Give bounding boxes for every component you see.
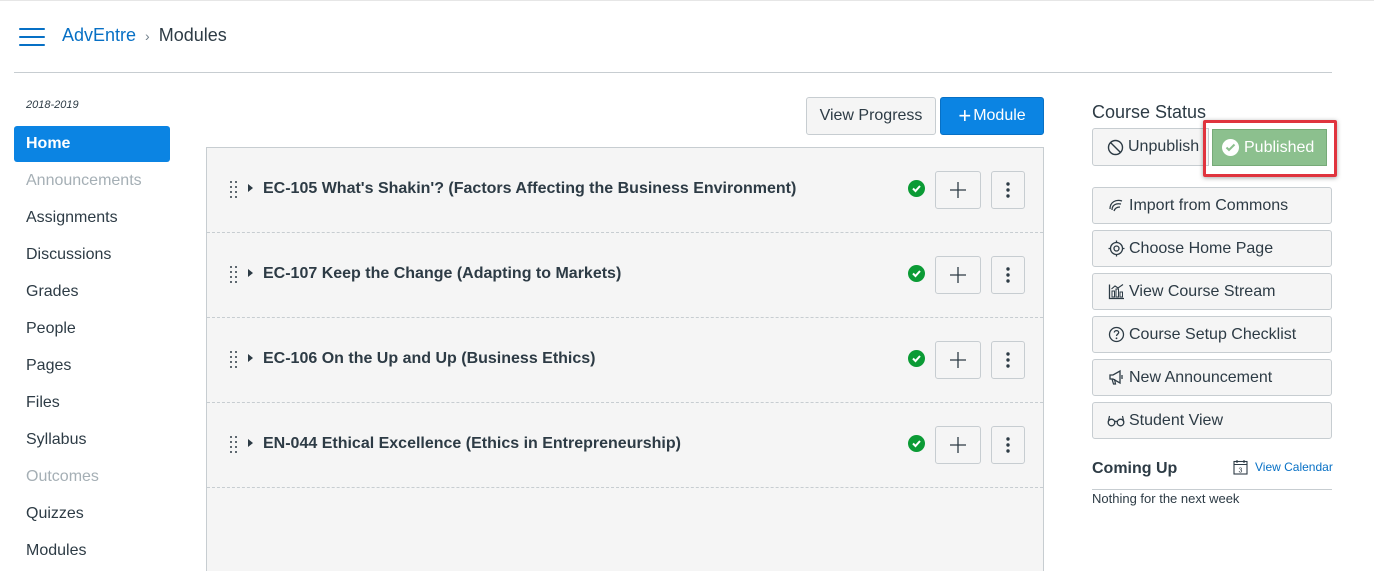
view-calendar-label: View Calendar: [1255, 460, 1333, 474]
add-module-label: Module: [973, 107, 1026, 124]
target-icon: [1107, 240, 1125, 258]
module-add-item-button[interactable]: [935, 171, 981, 209]
unpublish-label: Unpublish: [1128, 138, 1200, 155]
calendar-day-number: 3: [1239, 467, 1243, 474]
module-row: EC-106 On the Up and Up (Business Ethics…: [207, 318, 1043, 403]
sidebar-item-outcomes[interactable]: Outcomes: [14, 458, 170, 495]
sidebar-item-grades[interactable]: Grades: [14, 273, 170, 310]
sidebar-item-pages[interactable]: Pages: [14, 347, 170, 384]
module-add-item-button[interactable]: [935, 426, 981, 464]
module-title[interactable]: EN-044 Ethical Excellence (Ethics in Ent…: [263, 435, 681, 453]
module-add-item-button[interactable]: [935, 341, 981, 379]
module-title[interactable]: EC-106 On the Up and Up (Business Ethics…: [263, 350, 596, 368]
import-from-commons-label: Import from Commons: [1129, 196, 1289, 214]
breadcrumb: AdvEntre › Modules: [62, 25, 227, 46]
module-add-item-button[interactable]: [935, 256, 981, 294]
modules-list: EC-105 What's Shakin'? (Factors Affectin…: [206, 147, 1044, 571]
sidebar-item-home[interactable]: Home: [14, 126, 170, 162]
module-title[interactable]: EC-107 Keep the Change (Adapting to Mark…: [263, 265, 621, 283]
drag-handle-icon[interactable]: [229, 266, 239, 284]
term-label: 2018-2019: [26, 99, 79, 111]
view-course-stream-label: View Course Stream: [1129, 282, 1276, 300]
view-calendar-link[interactable]: 3 View Calendar: [1233, 459, 1333, 475]
plus-icon: +: [958, 103, 972, 128]
view-course-stream-button[interactable]: View Course Stream: [1092, 273, 1332, 310]
course-status-heading: Course Status: [1092, 102, 1207, 122]
unpublish-icon: [1107, 139, 1124, 155]
sidebar-item-modules[interactable]: Modules: [14, 532, 170, 569]
choose-home-page-label: Choose Home Page: [1129, 239, 1274, 257]
stream-chart-icon: [1107, 283, 1125, 301]
module-more-options-icon[interactable]: [991, 171, 1025, 209]
coming-up-heading: Coming Up: [1092, 460, 1178, 477]
sidebar-item-discussions[interactable]: Discussions: [14, 236, 170, 273]
module-row: EN-044 Ethical Excellence (Ethics in Ent…: [207, 403, 1043, 488]
module-more-options-icon[interactable]: [991, 426, 1025, 464]
course-nav: Home Announcements Assignments Discussio…: [14, 126, 170, 569]
published-check-icon[interactable]: [908, 350, 925, 367]
course-setup-checklist-button[interactable]: Course Setup Checklist: [1092, 316, 1332, 353]
hamburger-menu-icon[interactable]: [19, 28, 45, 48]
glasses-icon: [1107, 412, 1125, 430]
drag-handle-icon[interactable]: [229, 181, 239, 199]
header-divider: [14, 72, 1332, 73]
student-view-label: Student View: [1129, 411, 1223, 429]
sidebar-item-syllabus[interactable]: Syllabus: [14, 421, 170, 458]
module-title[interactable]: EC-105 What's Shakin'? (Factors Affectin…: [263, 180, 796, 198]
sidebar-item-people[interactable]: People: [14, 310, 170, 347]
sidebar-item-announcements[interactable]: Announcements: [14, 162, 170, 199]
sidebar-item-files[interactable]: Files: [14, 384, 170, 421]
breadcrumb-separator-icon: ›: [145, 27, 150, 44]
view-progress-button[interactable]: View Progress: [806, 97, 936, 135]
add-module-button[interactable]: + Module: [940, 97, 1044, 135]
highlight-annotation: [1203, 120, 1337, 177]
new-announcement-button[interactable]: New Announcement: [1092, 359, 1332, 396]
megaphone-icon: [1107, 369, 1125, 387]
module-more-options-icon[interactable]: [991, 341, 1025, 379]
expand-caret-icon[interactable]: [248, 354, 253, 362]
drag-handle-icon[interactable]: [229, 436, 239, 454]
published-check-icon[interactable]: [908, 180, 925, 197]
module-more-options-icon[interactable]: [991, 256, 1025, 294]
expand-caret-icon[interactable]: [248, 269, 253, 277]
module-row: EC-105 What's Shakin'? (Factors Affectin…: [207, 148, 1043, 233]
commons-icon: [1107, 197, 1125, 215]
choose-home-page-button[interactable]: Choose Home Page: [1092, 230, 1332, 267]
course-setup-checklist-label: Course Setup Checklist: [1129, 325, 1297, 343]
published-check-icon[interactable]: [908, 265, 925, 282]
module-row: EC-107 Keep the Change (Adapting to Mark…: [207, 233, 1043, 318]
sidebar-item-assignments[interactable]: Assignments: [14, 199, 170, 236]
coming-up-divider: [1092, 489, 1332, 490]
question-circle-icon: [1107, 326, 1125, 344]
sidebar-item-quizzes[interactable]: Quizzes: [14, 495, 170, 532]
drag-handle-icon[interactable]: [229, 351, 239, 369]
coming-up-empty-message: Nothing for the next week: [1092, 491, 1240, 506]
top-border: [0, 0, 1374, 1]
import-from-commons-button[interactable]: Import from Commons: [1092, 187, 1332, 224]
expand-caret-icon[interactable]: [248, 184, 253, 192]
published-check-icon[interactable]: [908, 435, 925, 452]
unpublish-button[interactable]: Unpublish: [1092, 128, 1209, 166]
breadcrumb-current: Modules: [158, 25, 227, 45]
expand-caret-icon[interactable]: [248, 439, 253, 447]
breadcrumb-course-link[interactable]: AdvEntre: [62, 25, 136, 46]
calendar-icon: 3: [1233, 460, 1248, 475]
student-view-button[interactable]: Student View: [1092, 402, 1332, 439]
new-announcement-label: New Announcement: [1129, 368, 1273, 386]
